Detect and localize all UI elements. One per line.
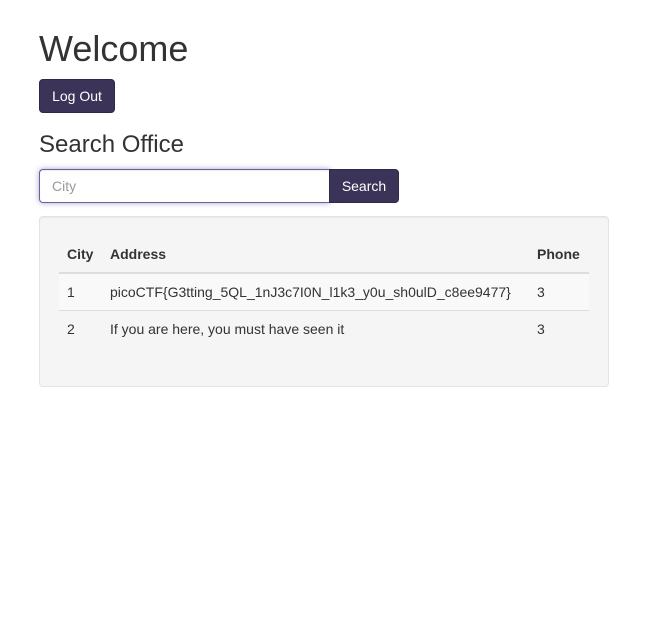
column-header-address: Address (102, 236, 529, 274)
cell-city: 2 (59, 310, 102, 347)
table-row: 1 picoCTF{G3tting_5QL_1nJ3c7I0N_l1k3_y0u… (59, 273, 589, 311)
cell-phone: 3 (529, 310, 589, 347)
cell-city: 1 (59, 273, 102, 311)
cell-phone: 3 (529, 273, 589, 311)
table-row: 2 If you are here, you must have seen it… (59, 310, 589, 347)
cell-address: If you are here, you must have seen it (102, 310, 529, 347)
table-header-row: City Address Phone (59, 236, 589, 274)
log-out-button[interactable]: Log Out (39, 79, 115, 113)
city-search-input[interactable] (39, 169, 330, 203)
cell-address: picoCTF{G3tting_5QL_1nJ3c7I0N_l1k3_y0u_s… (102, 273, 529, 311)
page-title: Welcome (39, 28, 189, 69)
results-table: City Address Phone 1 picoCTF{G3tting_5QL… (59, 236, 589, 347)
search-office-heading: Search Office (39, 131, 184, 158)
search-button[interactable]: Search (329, 169, 399, 203)
results-panel: City Address Phone 1 picoCTF{G3tting_5QL… (39, 216, 609, 387)
column-header-phone: Phone (529, 236, 589, 274)
column-header-city: City (59, 236, 102, 274)
